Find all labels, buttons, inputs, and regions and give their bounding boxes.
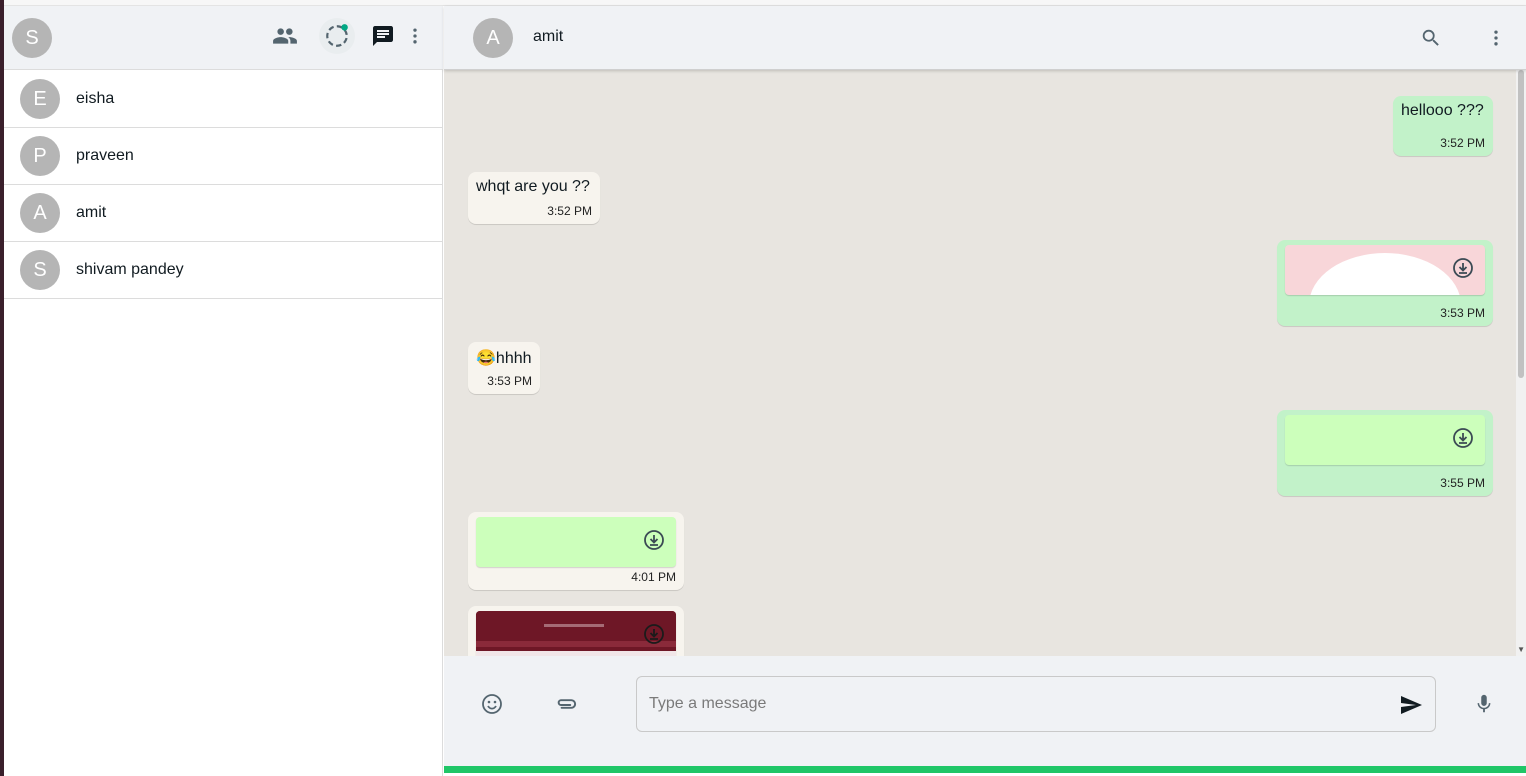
message-bubble-incoming-image[interactable]	[468, 606, 684, 656]
download-icon[interactable]	[642, 528, 666, 552]
accent-progress-bar	[444, 766, 1526, 773]
chat-name: amit	[76, 204, 107, 221]
message-time: 3:53 PM	[487, 374, 532, 388]
message-time: 3:55 PM	[1440, 476, 1485, 490]
message-bubble-outgoing[interactable]: hellooo ??? 3:52 PM	[1393, 96, 1493, 156]
message-bubble-incoming-image[interactable]: 4:01 PM	[468, 512, 684, 590]
new-chat-icon[interactable]	[365, 18, 401, 54]
avatar: P	[20, 136, 60, 176]
download-icon[interactable]	[642, 622, 666, 646]
message-time: 3:52 PM	[1440, 136, 1485, 150]
search-icon[interactable]	[1413, 20, 1449, 56]
message-list[interactable]: hellooo ??? 3:52 PM whqt are you ?? 3:52…	[444, 70, 1526, 656]
message-input-box[interactable]	[636, 676, 1436, 732]
mic-icon[interactable]	[1469, 689, 1499, 719]
message-text: hellooo ???	[1401, 102, 1484, 119]
scroll-down-arrow-icon[interactable]: ▼	[1517, 645, 1525, 654]
avatar: E	[20, 79, 60, 119]
chat-item-praveen[interactable]: P praveen	[4, 128, 443, 185]
message-text: whqt are you ??	[476, 178, 590, 195]
menu-dots-icon[interactable]	[1478, 20, 1514, 56]
user-avatar[interactable]: S	[12, 18, 52, 58]
conversation-header: A amit	[444, 6, 1526, 70]
download-icon[interactable]	[1451, 256, 1475, 280]
emoji-icon[interactable]	[477, 689, 507, 719]
chat-item-shivam-pandey[interactable]: S shivam pandey	[4, 242, 443, 299]
scrollbar-thumb[interactable]	[1518, 70, 1524, 378]
attach-icon[interactable]	[552, 689, 582, 719]
message-bubble-outgoing-image[interactable]: 3:55 PM	[1277, 410, 1493, 496]
message-input[interactable]	[649, 691, 1379, 717]
message-time: 3:52 PM	[547, 204, 592, 218]
image-preview[interactable]	[1285, 415, 1485, 465]
chat-item-amit[interactable]: A amit	[4, 185, 443, 242]
message-time: 3:53 PM	[1440, 306, 1485, 320]
community-icon[interactable]	[267, 18, 303, 54]
menu-dots-icon[interactable]	[397, 18, 433, 54]
sidebar-header: S	[4, 6, 443, 70]
status-icon[interactable]	[319, 18, 355, 54]
send-icon[interactable]	[1397, 691, 1425, 719]
message-bubble-outgoing-image[interactable]: 3:53 PM	[1277, 240, 1493, 326]
chat-name: praveen	[76, 147, 134, 164]
chat-list: E eisha P praveen A amit S shivam pandey	[4, 71, 443, 299]
chat-app: S E eisha P praveen A amit S shivam pand…	[0, 0, 1526, 776]
message-bubble-incoming[interactable]: 😂hhhh 3:53 PM	[468, 342, 540, 394]
avatar: S	[20, 250, 60, 290]
download-icon[interactable]	[1451, 426, 1475, 450]
message-scrollbar[interactable]: ▼	[1516, 70, 1526, 656]
message-text: 😂hhhh	[476, 350, 532, 367]
contact-avatar[interactable]: A	[473, 18, 513, 58]
chat-name: eisha	[76, 90, 115, 107]
chat-item-eisha[interactable]: E eisha	[4, 71, 443, 128]
contact-name[interactable]: amit	[533, 28, 563, 46]
message-time: 4:01 PM	[631, 570, 676, 584]
chat-name: shivam pandey	[76, 261, 184, 278]
avatar: A	[20, 193, 60, 233]
sidebar: S E eisha P praveen A amit S shivam pand…	[4, 6, 443, 776]
image-preview[interactable]	[476, 611, 676, 656]
composer	[444, 656, 1526, 766]
image-preview[interactable]	[1285, 245, 1485, 295]
image-preview[interactable]	[476, 517, 676, 567]
conversation-pane: A amit hellooo ??? 3:52 PM whqt are you …	[444, 6, 1526, 776]
message-bubble-incoming[interactable]: whqt are you ?? 3:52 PM	[468, 172, 600, 224]
